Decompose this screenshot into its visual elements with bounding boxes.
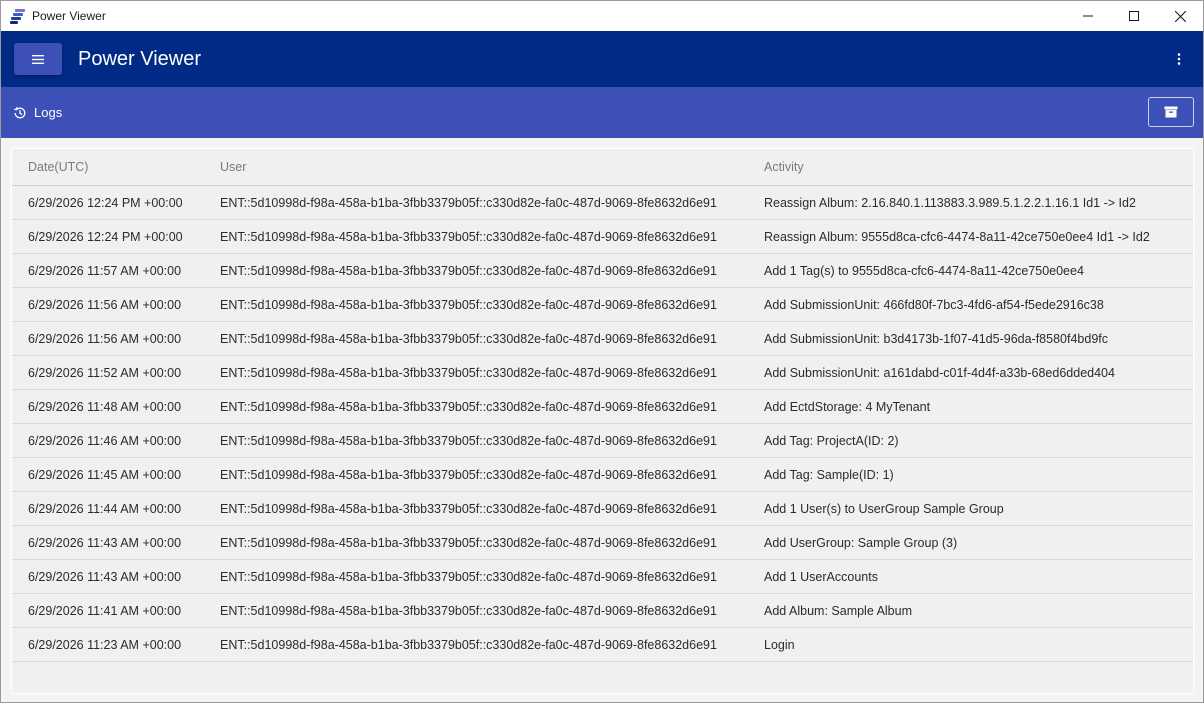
app-window: Power Viewer Power Viewer Logs Date(UTC)…	[0, 0, 1204, 703]
window-title: Power Viewer	[32, 9, 106, 23]
table-row[interactable]: 6/29/2026 11:45 AM +00:00 ENT::5d10998d-f…	[12, 457, 1193, 492]
cell-user: ENT::5d10998d-f98a-458a-b1ba-3fbb3379b05…	[220, 491, 764, 526]
archive-icon	[1164, 106, 1178, 118]
cell-user: ENT::5d10998d-f98a-458a-b1ba-3fbb3379b05…	[220, 627, 764, 662]
table-row[interactable]: 6/29/2026 11:48 AM +00:00 ENT::5d10998d-f…	[12, 389, 1193, 424]
sub-toolbar: Logs	[1, 87, 1203, 138]
cell-user: ENT::5d10998d-f98a-458a-b1ba-3fbb3379b05…	[220, 593, 764, 628]
logs-tab[interactable]: Logs	[13, 105, 62, 120]
cell-activity: Reassign Album: 9555d8ca-cfc6-4474-8a11-…	[764, 219, 1193, 254]
cell-activity: Add Tag: Sample(ID: 1)	[764, 457, 1193, 492]
table-row[interactable]: 6/29/2026 12:24 PM +00:00 ENT::5d10998d-f…	[12, 185, 1193, 220]
history-icon	[14, 106, 26, 118]
app-title: Power Viewer	[78, 47, 202, 70]
logs-table: Date(UTC) User Activity 6/29/2026 12:24 …	[12, 149, 1193, 662]
menu-button[interactable]	[14, 43, 62, 75]
hamburger-menu-icon	[32, 54, 44, 64]
close-button[interactable]	[1157, 1, 1203, 31]
cell-date: 6/29/2026 12:24 PM +00:00	[12, 185, 220, 220]
cell-date: 6/29/2026 11:44 AM +00:00	[12, 491, 220, 526]
column-header-user[interactable]: User	[220, 149, 764, 186]
cell-date: 6/29/2026 11:43 AM +00:00	[12, 559, 220, 594]
title-bar[interactable]: Power Viewer	[1, 1, 1203, 31]
cell-date: 6/29/2026 11:56 AM +00:00	[12, 321, 220, 356]
cell-activity: Add SubmissionUnit: 466fd80f-7bc3-4fd6-a…	[764, 287, 1193, 322]
cell-activity: Add 1 User(s) to UserGroup Sample Group	[764, 491, 1193, 526]
table-row[interactable]: 6/29/2026 11:46 AM +00:00 ENT::5d10998d-f…	[12, 423, 1193, 458]
table-row[interactable]: 6/29/2026 11:44 AM +00:00 ENT::5d10998d-f…	[12, 491, 1193, 526]
app-bar: Power Viewer	[1, 31, 1203, 87]
cell-user: ENT::5d10998d-f98a-458a-b1ba-3fbb3379b05…	[220, 389, 764, 424]
more-vertical-icon	[1177, 53, 1181, 65]
more-options-button[interactable]	[1169, 49, 1189, 69]
minimize-button[interactable]	[1065, 1, 1111, 31]
cell-user: ENT::5d10998d-f98a-458a-b1ba-3fbb3379b05…	[220, 457, 764, 492]
table-row[interactable]: 6/29/2026 11:56 AM +00:00 ENT::5d10998d-f…	[12, 287, 1193, 322]
table-row[interactable]: 6/29/2026 11:43 AM +00:00 ENT::5d10998d-f…	[12, 525, 1193, 560]
table-row[interactable]: 6/29/2026 11:56 AM +00:00 ENT::5d10998d-f…	[12, 321, 1193, 356]
close-icon	[1174, 10, 1186, 22]
cell-user: ENT::5d10998d-f98a-458a-b1ba-3fbb3379b05…	[220, 287, 764, 322]
cell-user: ENT::5d10998d-f98a-458a-b1ba-3fbb3379b05…	[220, 423, 764, 458]
column-header-activity[interactable]: Activity	[764, 149, 1193, 186]
minimize-icon	[1083, 15, 1093, 17]
table-body: 6/29/2026 12:24 PM +00:00 ENT::5d10998d-f…	[12, 185, 1193, 662]
table-header-row: Date(UTC) User Activity	[12, 149, 1193, 186]
maximize-icon	[1129, 11, 1139, 21]
cell-date: 6/29/2026 11:48 AM +00:00	[12, 389, 220, 424]
archive-button[interactable]	[1148, 97, 1194, 127]
cell-user: ENT::5d10998d-f98a-458a-b1ba-3fbb3379b05…	[220, 321, 764, 356]
table-row[interactable]: 6/29/2026 11:41 AM +00:00 ENT::5d10998d-f…	[12, 593, 1193, 628]
power-viewer-logo-icon	[10, 8, 26, 24]
cell-date: 6/29/2026 11:52 AM +00:00	[12, 355, 220, 390]
cell-date: 6/29/2026 11:23 AM +00:00	[12, 627, 220, 662]
cell-activity: Add SubmissionUnit: b3d4173b-1f07-41d5-9…	[764, 321, 1193, 356]
cell-user: ENT::5d10998d-f98a-458a-b1ba-3fbb3379b05…	[220, 253, 764, 288]
cell-user: ENT::5d10998d-f98a-458a-b1ba-3fbb3379b05…	[220, 355, 764, 390]
cell-activity: Add EctdStorage: 4 MyTenant	[764, 389, 1193, 424]
logs-label: Logs	[34, 105, 63, 120]
table-row[interactable]: 6/29/2026 11:52 AM +00:00 ENT::5d10998d-f…	[12, 355, 1193, 390]
cell-date: 6/29/2026 11:57 AM +00:00	[12, 253, 220, 288]
cell-user: ENT::5d10998d-f98a-458a-b1ba-3fbb3379b05…	[220, 559, 764, 594]
cell-date: 6/29/2026 11:45 AM +00:00	[12, 457, 220, 492]
cell-activity: Reassign Album: 2.16.840.1.113883.3.989.…	[764, 185, 1193, 220]
cell-activity: Add 1 UserAccounts	[764, 559, 1193, 594]
maximize-button[interactable]	[1111, 1, 1157, 31]
table-row[interactable]: 6/29/2026 11:23 AM +00:00 ENT::5d10998d-f…	[12, 627, 1193, 662]
window-controls	[1065, 1, 1203, 31]
cell-user: ENT::5d10998d-f98a-458a-b1ba-3fbb3379b05…	[220, 185, 764, 220]
cell-date: 6/29/2026 11:41 AM +00:00	[12, 593, 220, 628]
cell-user: ENT::5d10998d-f98a-458a-b1ba-3fbb3379b05…	[220, 525, 764, 560]
cell-date: 6/29/2026 11:46 AM +00:00	[12, 423, 220, 458]
column-header-date[interactable]: Date(UTC)	[12, 149, 220, 186]
table-row[interactable]: 6/29/2026 12:24 PM +00:00 ENT::5d10998d-f…	[12, 219, 1193, 254]
cell-date: 6/29/2026 12:24 PM +00:00	[12, 219, 220, 254]
logs-table-panel: Date(UTC) User Activity 6/29/2026 12:24 …	[12, 149, 1193, 693]
cell-activity: Add SubmissionUnit: a161dabd-c01f-4d4f-a…	[764, 355, 1193, 390]
cell-activity: Add UserGroup: Sample Group (3)	[764, 525, 1193, 560]
cell-activity: Login	[764, 627, 1193, 662]
cell-user: ENT::5d10998d-f98a-458a-b1ba-3fbb3379b05…	[220, 219, 764, 254]
cell-date: 6/29/2026 11:43 AM +00:00	[12, 525, 220, 560]
cell-date: 6/29/2026 11:56 AM +00:00	[12, 287, 220, 322]
cell-activity: Add Album: Sample Album	[764, 593, 1193, 628]
table-row[interactable]: 6/29/2026 11:57 AM +00:00 ENT::5d10998d-f…	[12, 253, 1193, 288]
cell-activity: Add 1 Tag(s) to 9555d8ca-cfc6-4474-8a11-…	[764, 253, 1193, 288]
cell-activity: Add Tag: ProjectA(ID: 2)	[764, 423, 1193, 458]
table-row[interactable]: 6/29/2026 11:43 AM +00:00 ENT::5d10998d-f…	[12, 559, 1193, 594]
